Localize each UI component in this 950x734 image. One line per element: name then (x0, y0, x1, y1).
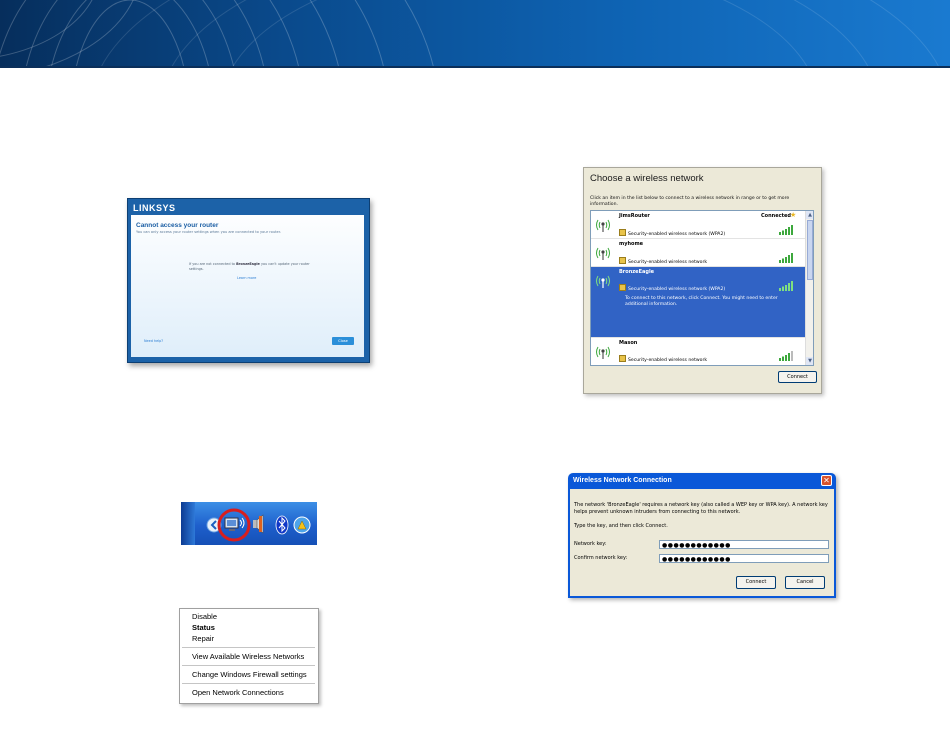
network-name: myhome (619, 241, 644, 247)
wireless-network-connection-dialog: Wireless Network Connection ✕ The networ… (568, 473, 836, 598)
lock-icon (619, 284, 626, 291)
menu-item-repair[interactable]: Repair (192, 634, 214, 643)
confirm-key-input[interactable]: ●●●●●●●●●●●● (659, 554, 829, 563)
network-security: Security-enabled wireless network (WPA2) (619, 284, 725, 292)
menu-separator (182, 647, 315, 648)
lock-icon (619, 355, 626, 362)
scroll-down-icon[interactable]: ▼ (806, 357, 813, 365)
dialog-title: Cannot access your router (136, 222, 219, 229)
network-item-bronzeeagle[interactable]: BronzeEagle Security-enabled wireless ne… (591, 267, 805, 338)
menu-item-view-available-networks[interactable]: View Available Wireless Networks (192, 652, 304, 661)
network-connect-hint: To connect to this network, click Connec… (625, 296, 778, 307)
scrollbar-thumb[interactable] (807, 220, 813, 280)
menu-separator (182, 665, 315, 666)
system-tray (181, 502, 317, 545)
connect-button[interactable]: Connect (778, 371, 817, 383)
connect-button[interactable]: Connect (736, 576, 776, 589)
choose-wireless-network-panel: Choose a wireless network Click an item … (583, 167, 822, 394)
lock-icon (619, 229, 626, 236)
signal-bars-icon (779, 253, 793, 263)
network-key-label: Network key: (574, 541, 607, 547)
panel-description: Click an item in the list below to conne… (590, 196, 790, 207)
star-icon: ★ (790, 211, 797, 219)
panel-title: Choose a wireless network (590, 173, 704, 184)
signal-bars-icon (779, 351, 793, 361)
dialog-subtitle: You can only access your router settings… (136, 230, 282, 234)
network-item-myhome[interactable]: myhome Security-enabled wireless network (591, 239, 805, 267)
signal-bars-icon (779, 281, 793, 291)
wifi-antenna-icon (596, 346, 610, 359)
linksys-dialog-body: Cannot access your router You can only a… (131, 215, 364, 357)
menu-item-open-network-connections[interactable]: Open Network Connections (192, 688, 284, 697)
menu-item-change-firewall[interactable]: Change Windows Firewall settings (192, 670, 307, 679)
network-key-input[interactable]: ●●●●●●●●●●●● (659, 540, 829, 549)
network-security: Security-enabled wireless network (WPA2) (619, 229, 725, 237)
cancel-button[interactable]: Cancel (785, 576, 825, 589)
learn-more-link[interactable]: Learn more (237, 276, 256, 280)
lock-icon (619, 257, 626, 264)
network-item-jimsrouter[interactable]: JimsRouter Connected ★ Security-enabled … (591, 211, 805, 239)
network-list-scrollbar[interactable]: ▲ ▼ (805, 211, 813, 365)
confirm-key-label: Confirm network key: (574, 555, 628, 561)
network-context-menu: Disable Status Repair View Available Wir… (179, 608, 319, 704)
menu-separator (182, 683, 315, 684)
banner-swirl-decoration (0, 0, 950, 68)
network-item-mason[interactable]: Mason Security-enabled wireless network (591, 338, 805, 365)
dialog-description: The network 'BronzeEagle' requires a net… (574, 502, 828, 515)
network-name: BronzeEagle (619, 269, 655, 275)
dialog-body: The network 'BronzeEagle' requires a net… (570, 489, 834, 596)
menu-item-disable[interactable]: Disable (192, 612, 217, 621)
bluetooth-icon[interactable] (275, 515, 289, 535)
connection-status: Connected (761, 213, 791, 219)
wifi-antenna-icon (596, 219, 610, 232)
signal-bars-icon (779, 225, 793, 235)
security-alert-icon[interactable] (293, 516, 311, 534)
wifi-antenna-icon (596, 275, 610, 288)
menu-item-status[interactable]: Status (192, 623, 215, 632)
dialog-message: If you are not connected to BronzeEagle … (189, 262, 310, 271)
wifi-antenna-icon (596, 247, 610, 260)
linksys-cannot-access-dialog: LINKSYS Cannot access your router You ca… (127, 198, 370, 363)
scroll-up-icon[interactable]: ▲ (806, 211, 813, 219)
dialog-instruction: Type the key, and then click Connect. (574, 523, 668, 529)
linksys-logo: LINKSYS (133, 203, 176, 213)
network-name: JimsRouter (619, 213, 650, 219)
network-security: Security-enabled wireless network (619, 257, 707, 265)
network-list: JimsRouter Connected ★ Security-enabled … (590, 210, 814, 366)
close-icon[interactable]: ✕ (821, 475, 832, 486)
need-help-link[interactable]: Need help? (144, 339, 163, 343)
dialog-title: Wireless Network Connection (573, 477, 672, 484)
close-button[interactable]: Close (332, 337, 354, 345)
header-banner (0, 0, 950, 68)
network-tray-icon[interactable] (224, 517, 245, 531)
network-name: Mason (619, 340, 638, 346)
volume-icon[interactable] (253, 514, 264, 534)
tray-icons (206, 508, 311, 542)
network-security: Security-enabled wireless network (619, 355, 707, 363)
